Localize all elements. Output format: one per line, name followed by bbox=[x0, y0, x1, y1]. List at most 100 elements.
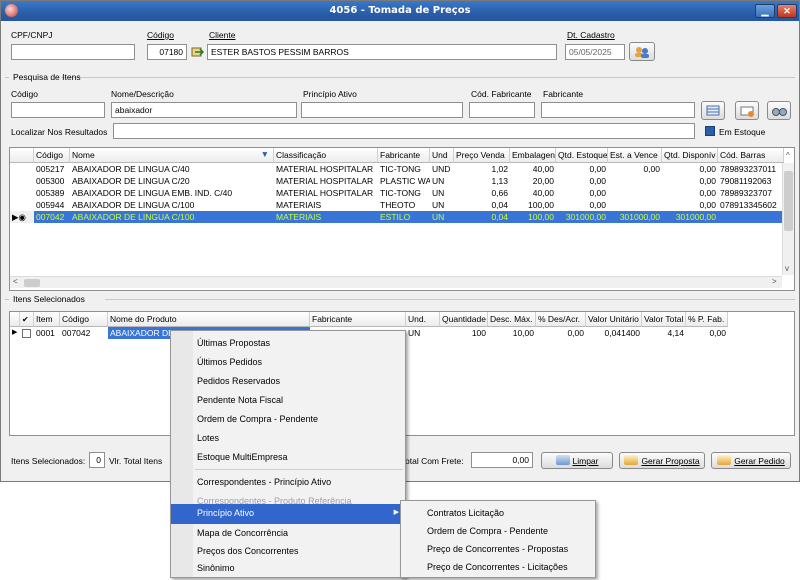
selected-row-checkbox[interactable] bbox=[22, 329, 31, 338]
menu-item-sinonimo[interactable]: Sinônimo bbox=[171, 559, 405, 579]
close-button[interactable]: ✕ bbox=[777, 4, 797, 18]
sel-cell-valor-unitario[interactable]: 0,041400 bbox=[586, 327, 642, 339]
title-bar: 4056 - Tomada de Preços ▁ ✕ bbox=[1, 1, 799, 21]
document-icon bbox=[624, 455, 639, 465]
total-com-frete-field: 0,00 bbox=[471, 452, 533, 468]
sel-col-nome[interactable]: Nome do Produto bbox=[108, 312, 310, 327]
sel-check-header[interactable]: ✔ bbox=[20, 312, 34, 327]
cell-qtd-estoque: 0,00 bbox=[589, 188, 606, 198]
results-row[interactable]: 005944 ABAIXADOR DE LINGUA C/100 MATERIAIS… bbox=[10, 199, 782, 211]
sel-cell-des-acr[interactable]: 0,00 bbox=[536, 327, 586, 339]
results-grid[interactable]: Código Nome ▼ Classificação Fabricante Un… bbox=[9, 147, 795, 291]
itens-selecionados-count-label: Itens Selecionados: bbox=[11, 456, 86, 466]
submenu-preco-concorrentes-licitacoes[interactable]: Preço de Concorrentes - Licitações bbox=[401, 558, 595, 578]
menu-item-mapa-concorrencia[interactable]: Mapa de Concorrência bbox=[171, 524, 405, 544]
col-qtd-disponivel[interactable]: Qtd. Disponív bbox=[662, 148, 718, 163]
menu-item-principio-ativo[interactable]: Princípio Ativo ▶ bbox=[171, 504, 405, 524]
gerar-pedido-button[interactable]: Gerar Pedido bbox=[711, 452, 791, 469]
sel-col-quantidade[interactable]: Quantidade bbox=[440, 312, 488, 327]
fabricante-field[interactable] bbox=[541, 102, 695, 118]
cell-embalagem: 100,00 bbox=[528, 212, 554, 222]
menu-item-ultimas-propostas[interactable]: Últimas Propostas bbox=[171, 334, 405, 354]
order-icon bbox=[717, 455, 732, 465]
clear-search-button[interactable] bbox=[735, 101, 759, 120]
menu-item-ordem-compra-pendente[interactable]: Ordem de Compra - Pendente bbox=[171, 410, 405, 430]
sel-col-valor-total[interactable]: Valor Total bbox=[642, 312, 686, 327]
submenu-preco-concorrentes-propostas[interactable]: Preço de Concorrentes - Propostas bbox=[401, 540, 595, 560]
search-codigo-field[interactable] bbox=[11, 102, 105, 118]
limpar-button[interactable]: Limpar bbox=[541, 452, 613, 469]
sel-col-codigo[interactable]: Código bbox=[60, 312, 108, 327]
scroll-down-icon[interactable]: v bbox=[785, 264, 789, 273]
cell-qtd-disponivel: 0,00 bbox=[699, 200, 716, 210]
results-vscroll[interactable]: v bbox=[782, 163, 794, 275]
search-grid-button[interactable] bbox=[701, 101, 725, 120]
limpar-label: Limpar bbox=[572, 456, 599, 466]
results-row[interactable]: 005217 ABAIXADOR DE LINGUA C/40 MATERIAL H… bbox=[10, 163, 782, 175]
col-und[interactable]: Und bbox=[430, 148, 454, 163]
binoculars-button[interactable] bbox=[767, 101, 791, 120]
cell-qtd-disponivel: 301000,00 bbox=[675, 212, 716, 222]
sel-col-valor-unitario[interactable]: Valor Unitário bbox=[586, 312, 642, 327]
col-codigo[interactable]: Código bbox=[34, 148, 70, 163]
col-fabricante[interactable]: Fabricante bbox=[378, 148, 430, 163]
principio-ativo-submenu: Contratos Licitação Ordem de Compra - Pe… bbox=[400, 500, 596, 578]
col-cod-barras[interactable]: Cód. Barras bbox=[718, 148, 784, 163]
menu-item-ultimos-pedidos[interactable]: Últimos Pedidos bbox=[171, 353, 405, 373]
cod-fabricante-field[interactable] bbox=[469, 102, 535, 118]
total-com-frete-label: otal Com Frete: bbox=[405, 456, 464, 466]
menu-item-lotes[interactable]: Lotes bbox=[171, 429, 405, 449]
cell-qtd-disponivel: 0,00 bbox=[699, 164, 716, 174]
gerar-pedido-label: Gerar Pedido bbox=[734, 456, 785, 466]
col-qtd-estoque[interactable]: Qtd. Estoque bbox=[556, 148, 608, 163]
col-preco-venda[interactable]: Preço Venda bbox=[454, 148, 510, 163]
cell-preco-venda: 0,04 bbox=[491, 200, 508, 210]
cpf-field[interactable] bbox=[11, 44, 135, 60]
calendar-button[interactable] bbox=[629, 42, 655, 61]
sel-col-und[interactable]: Und. bbox=[406, 312, 440, 327]
sel-cell-valor-total: 4,14 bbox=[667, 328, 684, 338]
submenu-contratos-licitacao[interactable]: Contratos Licitação bbox=[401, 504, 595, 524]
results-hscroll[interactable]: < > bbox=[10, 276, 782, 288]
scroll-right-icon[interactable]: > bbox=[772, 277, 777, 286]
cell-preco-venda: 0,66 bbox=[491, 188, 508, 198]
dt-cadastro-field[interactable]: 05/05/2025 bbox=[565, 44, 625, 60]
codigo-cliente-field[interactable]: 07180 bbox=[147, 44, 187, 60]
lookup-arrow-icon[interactable] bbox=[191, 46, 205, 58]
scroll-up-icon[interactable]: ^ bbox=[786, 151, 790, 160]
principio-ativo-field[interactable] bbox=[301, 102, 463, 118]
results-row[interactable]: 005300 ABAIXADOR DE LINGUA C/20 MATERIAL H… bbox=[10, 175, 782, 187]
cliente-field[interactable]: ESTER BASTOS PESSIM BARROS bbox=[207, 44, 557, 60]
gerar-proposta-button[interactable]: Gerar Proposta bbox=[619, 452, 705, 469]
menu-item-estoque-multiempresa[interactable]: Estoque MultiEmpresa bbox=[171, 448, 405, 468]
col-embalagem[interactable]: Embalagen bbox=[510, 148, 556, 163]
results-row[interactable]: ▶◉ 007042 ABAIXADOR DE LINGUA C/100 MATERIA… bbox=[10, 211, 782, 223]
col-classificacao[interactable]: Classificação bbox=[274, 148, 378, 163]
em-estoque-checkbox[interactable] bbox=[705, 126, 715, 136]
sel-cell-quantidade[interactable]: 100 bbox=[440, 327, 488, 339]
col-nome[interactable]: Nome ▼ bbox=[70, 148, 274, 163]
col-est-vence[interactable]: Est. a Vence bbox=[608, 148, 662, 163]
nome-descricao-field[interactable]: abaixador bbox=[111, 102, 297, 118]
sel-col-fabricante[interactable]: Fabricante bbox=[310, 312, 406, 327]
localizar-field[interactable] bbox=[113, 123, 695, 139]
sel-col-des-acr[interactable]: % Des/Acr. bbox=[536, 312, 586, 327]
cpf-label: CPF/CNPJ bbox=[11, 30, 53, 40]
minimize-button[interactable]: ▁ bbox=[755, 4, 775, 18]
results-vscroll-thumb[interactable] bbox=[784, 171, 793, 231]
cell-embalagem: 40,00 bbox=[532, 164, 554, 174]
cell-codigo: 007042 bbox=[36, 212, 65, 222]
submenu-ordem-compra-pendente[interactable]: Ordem de Compra - Pendente bbox=[401, 522, 595, 542]
cell-codigo: 005217 bbox=[36, 164, 65, 174]
sel-col-p-fab[interactable]: % P. Fab. bbox=[686, 312, 728, 327]
cell-codigo: 005300 bbox=[36, 176, 65, 186]
sel-cell-und: UN bbox=[408, 328, 421, 338]
sel-col-desc-max[interactable]: Desc. Máx. bbox=[488, 312, 536, 327]
menu-item-pedidos-reservados[interactable]: Pedidos Reservados bbox=[171, 372, 405, 392]
results-row[interactable]: 005389 ABAIXADOR DE LINGUA EMB. IND. C/40… bbox=[10, 187, 782, 199]
scroll-left-icon[interactable]: < bbox=[13, 277, 18, 286]
sel-col-item[interactable]: Item bbox=[34, 312, 60, 327]
menu-item-correspondentes-principio[interactable]: Correspondentes - Princípio Ativo bbox=[171, 473, 405, 493]
results-hscroll-thumb[interactable] bbox=[24, 279, 40, 287]
menu-item-pendente-nota-fiscal[interactable]: Pendente Nota Fiscal bbox=[171, 391, 405, 411]
